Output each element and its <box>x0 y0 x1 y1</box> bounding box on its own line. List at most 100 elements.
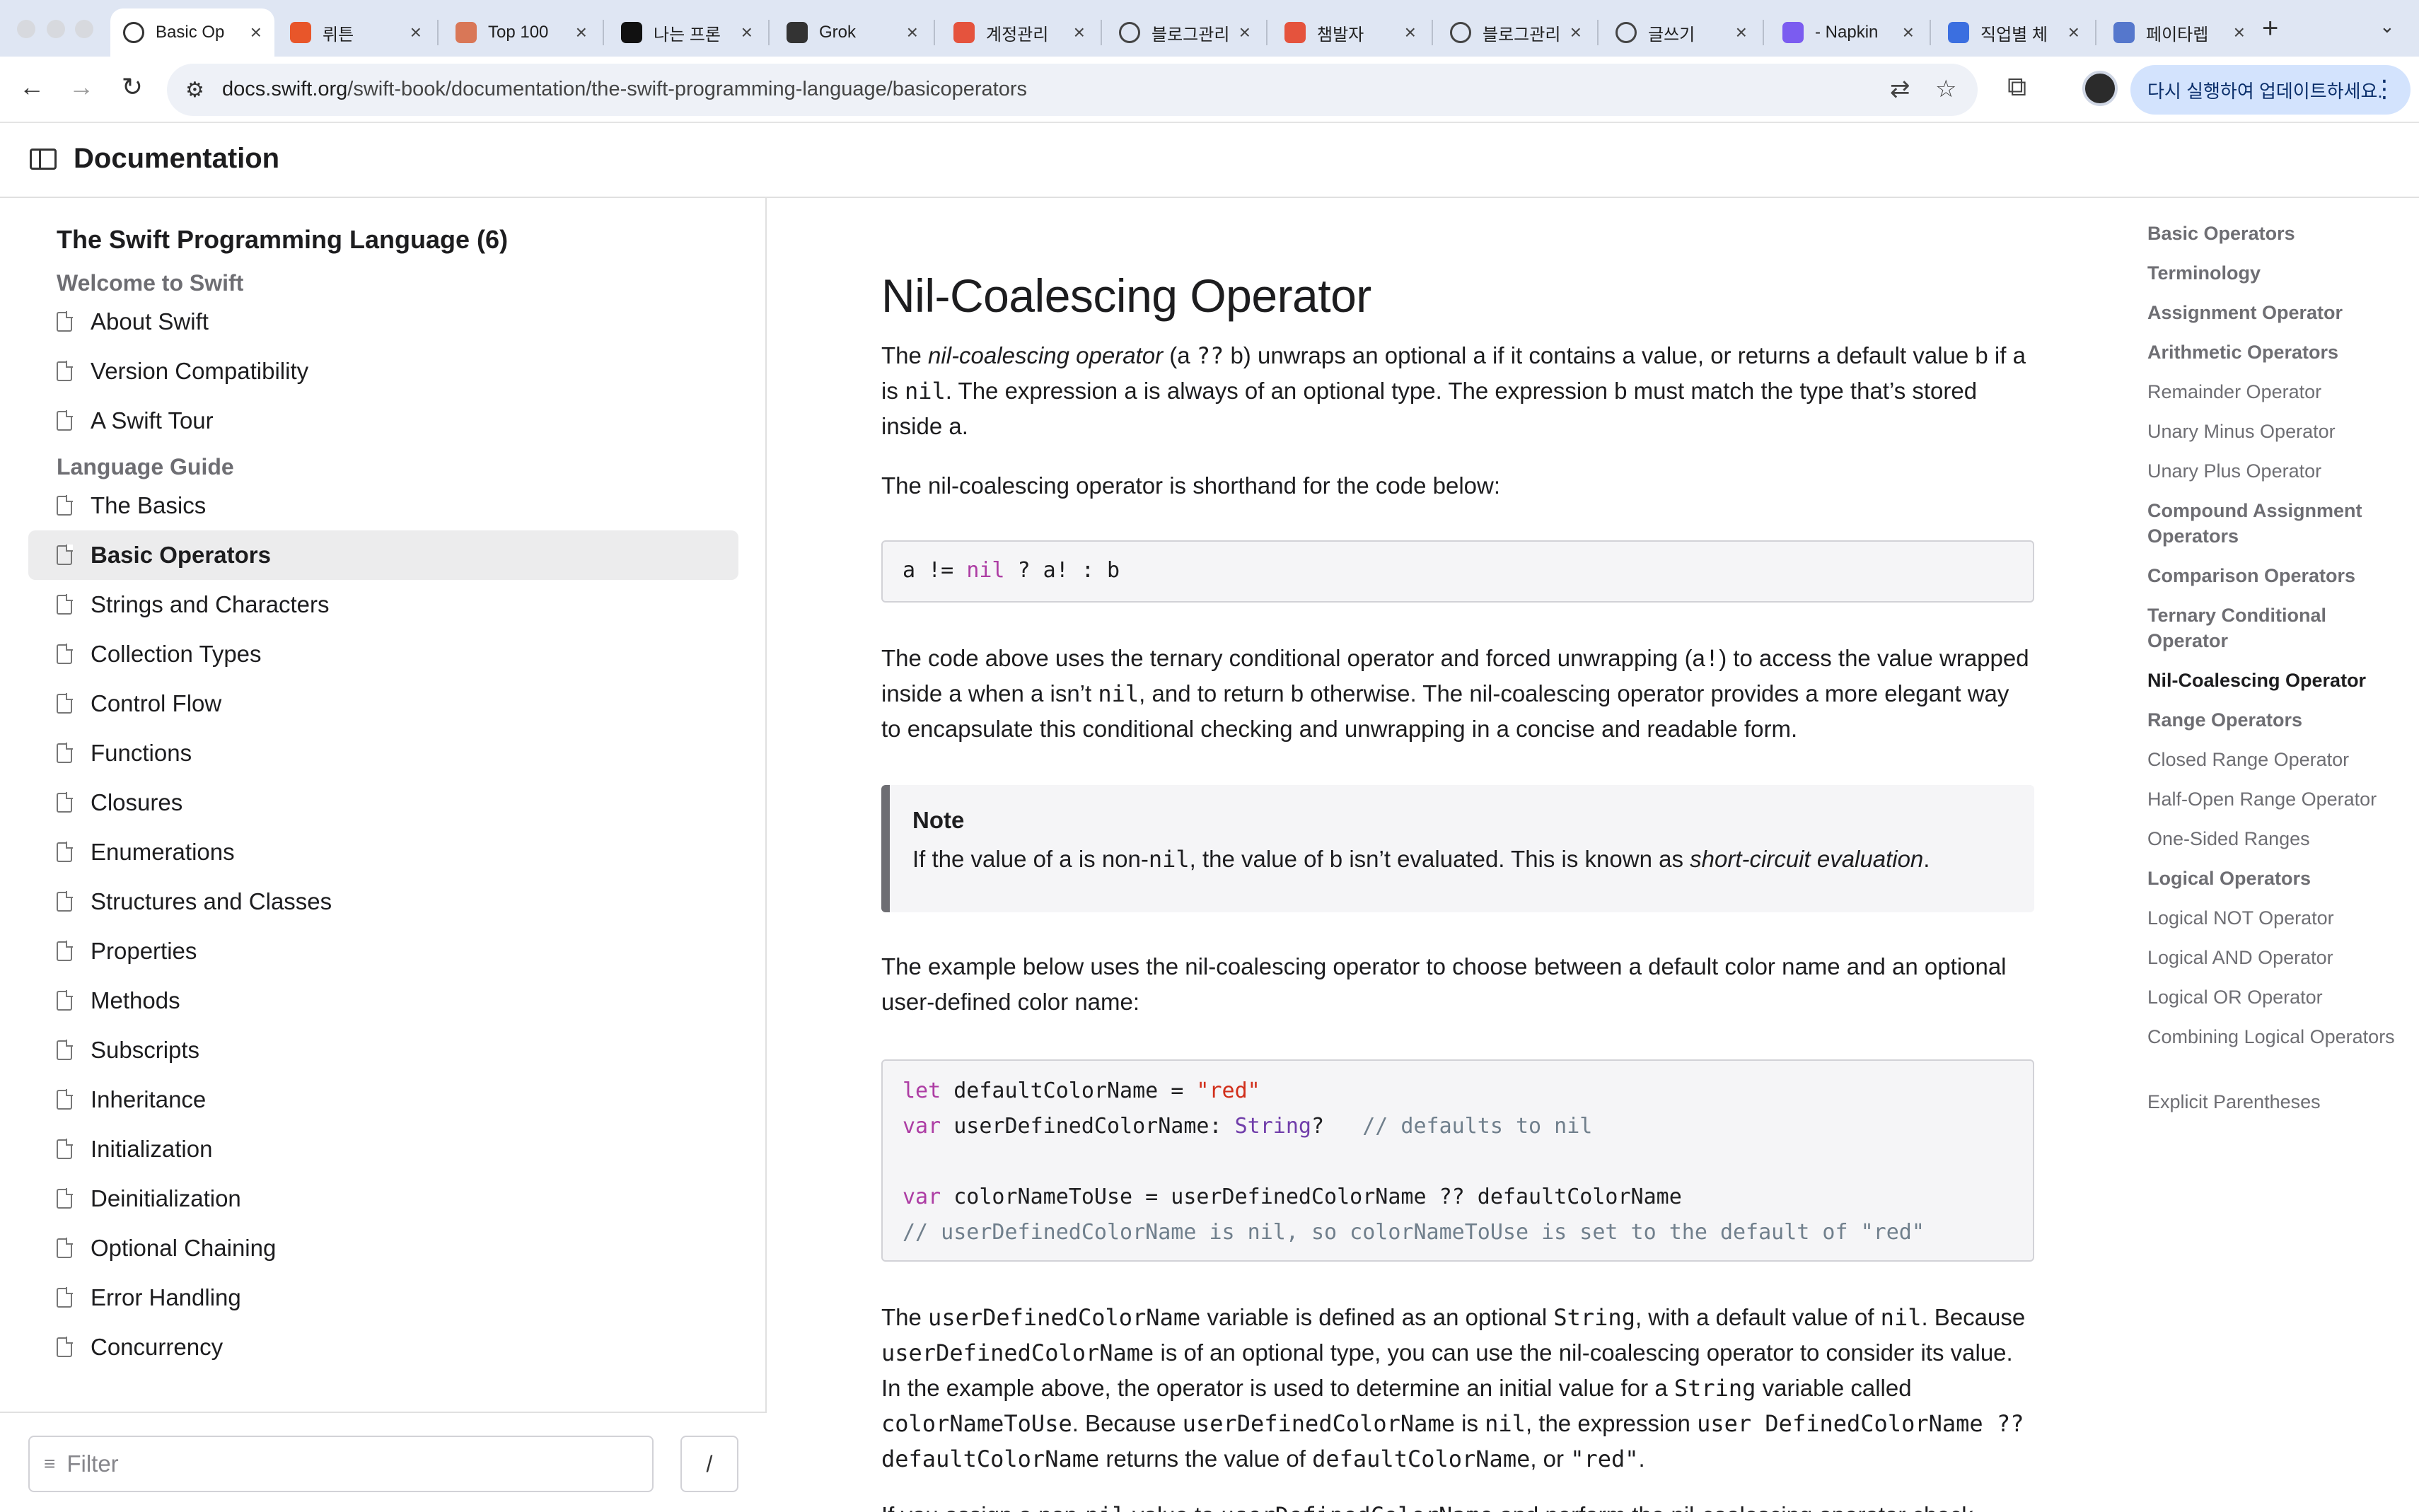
on-this-page-link[interactable]: Closed Range Operator <box>2147 747 2409 772</box>
navigator-item[interactable]: Version Compatibility <box>28 347 738 396</box>
on-this-page-link[interactable]: Logical AND Operator <box>2147 945 2409 970</box>
on-this-page-link[interactable]: Compound Assignment Operators <box>2147 498 2409 549</box>
on-this-page-link[interactable]: Explicit Parentheses <box>2147 1089 2409 1115</box>
navigator-item[interactable]: Control Flow <box>28 679 738 728</box>
tab-search-chevron-icon[interactable]: ⌄ <box>2379 16 2395 37</box>
navigator-item[interactable]: Functions <box>28 728 738 778</box>
tab-separator <box>1930 20 1931 45</box>
tab-close-icon[interactable]: × <box>1903 21 1914 44</box>
navigator-item[interactable]: Properties <box>28 926 738 976</box>
on-this-page-link[interactable]: Basic Operators <box>2147 221 2409 246</box>
navigator-item[interactable]: The Basics <box>28 481 738 530</box>
on-this-page-link[interactable]: Comparison Operators <box>2147 563 2409 588</box>
more-menu-icon[interactable]: ⋮ <box>2372 75 2396 103</box>
browser-tab[interactable]: 블로그관리 × <box>1437 8 1594 57</box>
browser-tab[interactable]: 글쓰기 × <box>1603 8 1760 57</box>
navigator-item[interactable]: Structures and Classes <box>28 877 738 926</box>
profile-avatar[interactable] <box>2082 71 2118 106</box>
tab-close-icon[interactable]: × <box>907 21 918 44</box>
browser-tab[interactable]: Grok × <box>774 8 931 57</box>
browser-tab[interactable]: 뤼튼 × <box>277 8 434 57</box>
navigator-item-label: Methods <box>91 987 180 1013</box>
browser-tab[interactable]: 블로그관리 × <box>1106 8 1263 57</box>
tab-close-icon[interactable]: × <box>1405 21 1416 44</box>
site-info-icon[interactable]: ⚙ <box>185 78 204 103</box>
tab-close-icon[interactable]: × <box>2068 21 2079 44</box>
on-this-page-link[interactable]: Terminology <box>2147 260 2409 286</box>
navigator-section-heading[interactable]: Welcome to Swift <box>57 270 243 296</box>
code-block-2[interactable]: let defaultColorName = "red" var userDef… <box>881 1059 2034 1262</box>
tab-close-icon[interactable]: × <box>1736 21 1747 44</box>
new-tab-button[interactable]: + <box>2262 13 2278 45</box>
on-this-page-link[interactable]: Nil-Coalescing Operator <box>2147 668 2409 693</box>
tab-close-icon[interactable]: × <box>1239 21 1251 44</box>
navigator-item[interactable]: Methods <box>28 976 738 1025</box>
translate-icon[interactable]: ⇄ <box>1890 75 1910 103</box>
browser-tab-label: 나는 프론 <box>654 25 721 45</box>
navigator-item[interactable]: Optional Chaining <box>28 1223 738 1273</box>
update-button[interactable]: 다시 실행하여 업데이트하세요. ⋮ <box>2130 65 2411 115</box>
on-this-page-link[interactable]: Arithmetic Operators <box>2147 339 2409 365</box>
tab-close-icon[interactable]: × <box>1074 21 1085 44</box>
on-this-page-link[interactable]: Logical Operators <box>2147 866 2409 891</box>
navigator-item[interactable]: Inheritance <box>28 1075 738 1124</box>
browser-tab[interactable]: - Napkin × <box>1770 8 1927 57</box>
browser-tab[interactable]: 나는 프론 × <box>608 8 765 57</box>
book-title[interactable]: The Swift Programming Language (6) <box>57 225 508 255</box>
navigator-item[interactable]: Basic Operators <box>28 530 738 580</box>
navigator-item[interactable]: About Swift <box>28 297 738 347</box>
browser-tab[interactable]: 페이타렙 × <box>2101 8 2258 57</box>
filter-input[interactable] <box>66 1450 619 1477</box>
window-zoom-button[interactable] <box>75 20 93 38</box>
on-this-page-link[interactable]: Logical OR Operator <box>2147 984 2409 1010</box>
navigator-section-heading[interactable]: Language Guide <box>57 454 234 480</box>
navigator-item[interactable]: Error Handling <box>28 1273 738 1322</box>
on-this-page-link[interactable]: Logical NOT Operator <box>2147 905 2409 931</box>
navigator-item[interactable]: Strings and Characters <box>28 580 738 629</box>
on-this-page-link[interactable]: Combining Logical Operators <box>2147 1024 2409 1049</box>
window-minimize-button[interactable] <box>47 20 65 38</box>
tab-close-icon[interactable]: × <box>250 21 262 44</box>
navigator-item[interactable]: Closures <box>28 778 738 827</box>
tab-close-icon[interactable]: × <box>576 21 587 44</box>
on-this-page-link[interactable]: Assignment Operator <box>2147 300 2409 325</box>
tab-close-icon[interactable]: × <box>2234 21 2245 44</box>
navigator-item[interactable]: A Swift Tour <box>28 396 738 446</box>
navigator-item[interactable]: Initialization <box>28 1124 738 1174</box>
browser-tab[interactable]: Top 100 × <box>443 8 600 57</box>
on-this-page-link[interactable]: Range Operators <box>2147 707 2409 733</box>
browser-tab[interactable]: 챔발자 × <box>1272 8 1429 57</box>
extensions-icon[interactable]: ⧉ <box>2007 72 2026 103</box>
bookmark-star-icon[interactable]: ☆ <box>1935 75 1956 103</box>
on-this-page-link[interactable]: Ternary Conditional Operator <box>2147 603 2409 653</box>
forward-button[interactable]: → <box>64 72 99 102</box>
browser-tab[interactable]: Basic Op × <box>110 8 274 57</box>
tab-close-icon[interactable]: × <box>741 21 753 44</box>
tistory-icon <box>1284 22 1306 43</box>
navigator-item[interactable]: Collection Types <box>28 629 738 679</box>
browser-tab[interactable]: 계정관리 × <box>941 8 1098 57</box>
on-this-page-link[interactable]: One-Sided Ranges <box>2147 826 2409 851</box>
on-this-page-link[interactable]: Half-Open Range Operator <box>2147 786 2409 812</box>
on-this-page-link[interactable]: Unary Plus Operator <box>2147 458 2409 484</box>
navigator-item[interactable]: Concurrency <box>28 1322 738 1372</box>
sidebar-toggle-icon[interactable] <box>30 149 57 170</box>
url-text[interactable]: docs.swift.org/swift-book/documentation/… <box>222 78 1027 101</box>
back-button[interactable]: ← <box>14 72 50 102</box>
filter-field[interactable]: ≡ <box>28 1436 654 1492</box>
code-block-1[interactable]: a != nil ? a! : b <box>881 540 2034 603</box>
docs-header-title[interactable]: Documentation <box>74 143 279 175</box>
on-this-page-link[interactable]: Remainder Operator <box>2147 379 2409 405</box>
browser-tab[interactable]: 직업별 체 × <box>1935 8 2092 57</box>
navigator-item[interactable]: Deinitialization <box>28 1174 738 1223</box>
tab-close-icon[interactable]: × <box>410 21 422 44</box>
address-bar[interactable]: ⚙ docs.swift.org/swift-book/documentatio… <box>167 64 1978 116</box>
tab-close-icon[interactable]: × <box>1570 21 1582 44</box>
on-this-page-link[interactable]: Unary Minus Operator <box>2147 419 2409 444</box>
navigator-item[interactable]: Subscripts <box>28 1025 738 1075</box>
reload-button[interactable]: ↻ <box>115 72 150 102</box>
window-close-button[interactable] <box>17 20 35 38</box>
navigator-item-label: Basic Operators <box>91 542 271 568</box>
paragraph-2: The nil-coalescing operator is shorthand… <box>881 472 1500 499</box>
navigator-item[interactable]: Enumerations <box>28 827 738 877</box>
